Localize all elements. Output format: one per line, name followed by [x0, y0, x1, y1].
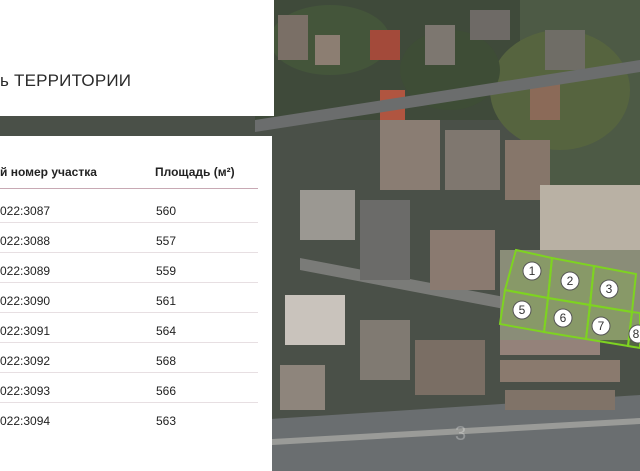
plot-label-8: 8: [633, 327, 640, 341]
plot-area: 561: [156, 294, 177, 308]
plot-label-5: 5: [519, 303, 526, 317]
title-card: ь ТЕРРИТОРИИ: [0, 0, 274, 116]
page-title: ь ТЕРРИТОРИИ: [0, 71, 132, 90]
cadastral-number: 022:3088: [0, 234, 51, 248]
plot-area: 560: [156, 204, 177, 218]
plot-area: 563: [156, 414, 177, 428]
plot-label-2: 2: [567, 274, 574, 288]
table-row[interactable]: 022:3094 563: [0, 403, 258, 433]
plot-label-1: 1: [529, 264, 536, 278]
column-header-area: Площадь (м²): [155, 165, 235, 179]
plot-label-7: 7: [598, 319, 605, 333]
cadastral-number: 022:3091: [0, 324, 51, 338]
table-row[interactable]: 022:3088 557: [0, 223, 258, 253]
cadastral-number: 022:3089: [0, 264, 51, 278]
cadastral-number: 022:3092: [0, 354, 51, 368]
plot-area: 557: [156, 234, 177, 248]
plot-label-3: 3: [606, 282, 613, 296]
cadastral-number: 022:3093: [0, 384, 51, 398]
table-row[interactable]: 022:3089 559: [0, 253, 258, 283]
header-divider: [0, 188, 258, 189]
table-row[interactable]: 022:3091 564: [0, 313, 258, 343]
plot-label-6: 6: [560, 311, 567, 325]
plot-area: 559: [156, 264, 177, 278]
table-row[interactable]: 022:3093 566: [0, 373, 258, 403]
table-row[interactable]: 022:3092 568: [0, 343, 258, 373]
plot-area: 564: [156, 324, 177, 338]
map-watermark: 3: [455, 423, 466, 445]
column-header-number: й номер участка: [0, 165, 97, 179]
cadastral-number: 022:3090: [0, 294, 51, 308]
plot-area: 566: [156, 384, 177, 398]
table-row[interactable]: 022:3087 560: [0, 193, 258, 223]
plot-area: 568: [156, 354, 177, 368]
table-row[interactable]: 022:3090 561: [0, 283, 258, 313]
cadastral-number: 022:3094: [0, 414, 51, 428]
cadastral-number: 022:3087: [0, 204, 51, 218]
